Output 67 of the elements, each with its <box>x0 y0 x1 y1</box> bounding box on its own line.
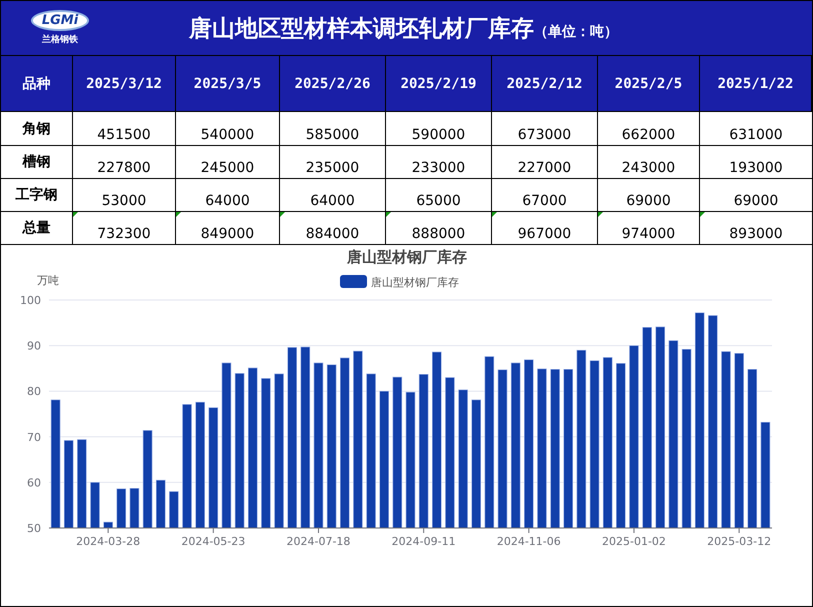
logo-text: LGMi <box>30 10 90 31</box>
chart-title: 唐山型材钢厂库存 <box>347 248 467 266</box>
table-cell: 451500 <box>73 112 176 146</box>
x-tick-label: 2024-03-28 <box>76 535 140 548</box>
row-label: 工字钢 <box>1 179 73 212</box>
column-header: 2025/2/5 <box>598 56 700 112</box>
bar <box>156 480 166 528</box>
bar <box>130 488 140 528</box>
column-header: 2025/3/12 <box>73 56 176 112</box>
row-label: 角钢 <box>1 112 73 146</box>
table-cell: 235000 <box>280 146 386 179</box>
table-cell: 69000 <box>700 179 812 212</box>
table-cell: 585000 <box>280 112 386 146</box>
bar <box>90 482 100 528</box>
table-cell: 193000 <box>700 146 812 179</box>
axis-unit: 万吨 <box>37 274 59 287</box>
table-cell: 662000 <box>598 112 700 146</box>
x-tick-label: 2025-01-02 <box>602 535 666 548</box>
table-cell: 590000 <box>386 112 492 146</box>
table-cell: 732300 <box>73 212 176 245</box>
table-cell: 227000 <box>492 146 598 179</box>
column-header: 品种 <box>1 56 73 112</box>
y-tick-label: 100 <box>20 294 41 307</box>
table-cell: 893000 <box>700 212 812 245</box>
table-cell: 227800 <box>73 146 176 179</box>
table-cell: 974000 <box>598 212 700 245</box>
bar <box>169 491 179 528</box>
x-tick-label: 2024-05-23 <box>181 535 246 548</box>
table-cell: 64000 <box>176 179 280 212</box>
table-cell: 540000 <box>176 112 280 146</box>
column-header: 2025/2/12 <box>492 56 598 112</box>
x-tick-label: 2024-11-06 <box>496 535 561 548</box>
unit-label: （单位：吨） <box>534 22 618 40</box>
x-tick-label: 2024-07-18 <box>286 535 350 548</box>
y-tick-label: 50 <box>27 522 41 535</box>
table-cell: 67000 <box>492 179 598 212</box>
legend-label: 唐山型材钢厂库存 <box>371 276 459 289</box>
y-tick-label: 80 <box>27 385 41 398</box>
table-cell: 64000 <box>280 179 386 212</box>
column-header: 2025/3/5 <box>176 56 280 112</box>
column-header: 2025/2/19 <box>386 56 492 112</box>
bar <box>103 522 113 528</box>
table-cell: 888000 <box>386 212 492 245</box>
table-cell: 631000 <box>700 112 812 146</box>
table-cell: 884000 <box>280 212 386 245</box>
logo-caption: 兰格钢铁 <box>42 33 78 46</box>
legend-swatch <box>340 275 367 288</box>
y-tick-label: 90 <box>27 340 41 353</box>
table-cell: 849000 <box>176 212 280 245</box>
table-cell: 245000 <box>176 146 280 179</box>
table-cell: 65000 <box>386 179 492 212</box>
bar <box>116 488 126 528</box>
row-label: 槽钢 <box>1 146 73 179</box>
table-cell: 673000 <box>492 112 598 146</box>
y-tick-label: 60 <box>27 476 41 490</box>
table-cell: 69000 <box>598 179 700 212</box>
table-cell: 233000 <box>386 146 492 179</box>
x-tick-label: 2025-03-12 <box>707 535 772 548</box>
column-header: 2025/1/22 <box>700 56 812 112</box>
row-label: 总量 <box>1 212 73 245</box>
table-cell: 243000 <box>598 146 700 179</box>
table-cell: 967000 <box>492 212 598 245</box>
y-tick-label: 70 <box>27 430 41 444</box>
page-title: 唐山地区型材样本调坯轧材厂库存 <box>189 14 534 44</box>
table-cell: 53000 <box>73 179 176 212</box>
x-tick-label: 2024-09-11 <box>392 535 456 548</box>
column-header: 2025/2/26 <box>280 56 386 112</box>
